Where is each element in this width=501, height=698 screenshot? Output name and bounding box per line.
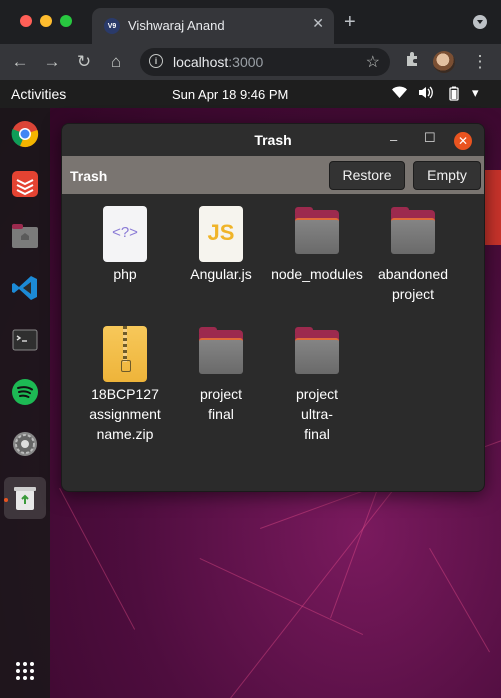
folder-icon — [391, 206, 435, 262]
item-name-line: assignment — [89, 406, 161, 422]
forward-arrow-icon[interactable]: → — [40, 50, 64, 74]
folder-icon — [295, 326, 339, 382]
close-tab-icon[interactable]: ✕ — [312, 15, 324, 32]
php-file-icon: <?> — [103, 206, 147, 262]
address-url: localhost:3000 — [173, 54, 263, 70]
settings-gear-icon[interactable] — [8, 427, 42, 461]
trash-item[interactable]: project final — [173, 326, 269, 424]
bookmark-star-icon[interactable]: ☆ — [366, 52, 380, 72]
trash-item[interactable]: JS Angular.js — [173, 206, 269, 284]
item-name-line: project — [199, 386, 243, 402]
terminal-icon[interactable] — [8, 323, 42, 357]
window-title: Trash — [254, 132, 292, 148]
tab-search-button[interactable] — [473, 15, 487, 29]
vscode-icon[interactable] — [8, 271, 42, 305]
browser-tab-strip: V9 Vishwaraj Anand ✕ + — [0, 0, 501, 44]
trash-item[interactable]: abandoned project — [365, 206, 461, 304]
trash-window: Trash – ☐ ✕ Trash Restore Empty <?> php … — [61, 123, 485, 492]
item-name: abandoned project — [365, 264, 461, 304]
wallpaper-line — [429, 548, 490, 653]
battery-icon[interactable] — [449, 86, 459, 104]
back-arrow-icon[interactable]: ← — [8, 50, 32, 74]
empty-button[interactable]: Empty — [413, 161, 481, 190]
folder-icon — [295, 206, 339, 262]
item-name-line: 18BCP127 — [91, 386, 159, 402]
browser-menu-icon[interactable]: ⋮ — [468, 50, 492, 74]
wallpaper-line — [330, 486, 379, 619]
background-window-edge — [483, 170, 501, 245]
item-name: Angular.js — [190, 266, 252, 282]
trash-item[interactable]: node_modules — [269, 206, 365, 284]
minimize-icon[interactable]: – — [390, 132, 397, 147]
volume-icon[interactable] — [418, 86, 433, 102]
trash-item[interactable]: <?> php — [77, 206, 173, 284]
reload-icon[interactable]: ↻ — [72, 50, 96, 74]
address-bar[interactable]: i localhost:3000 ☆ — [140, 48, 390, 76]
activities-button[interactable]: Activities — [11, 86, 66, 102]
ubuntu-top-bar: Activities Sun Apr 18 9:46 PM ▾ — [0, 80, 501, 108]
item-name: php — [113, 266, 137, 282]
address-host: localhost — [173, 54, 229, 70]
new-tab-button[interactable]: + — [344, 12, 356, 32]
item-name-line: project — [391, 286, 435, 302]
app-grid-icon[interactable] — [6, 656, 44, 686]
extensions-puzzle-icon[interactable] — [400, 50, 424, 74]
browser-toolbar: ← → ↻ ⌂ i localhost:3000 ☆ ⋮ — [0, 44, 501, 80]
address-port: :3000 — [228, 54, 264, 70]
minimize-window-button[interactable] — [40, 15, 52, 27]
home-icon[interactable]: ⌂ — [104, 50, 128, 74]
trash-item[interactable]: project ultra- final — [269, 326, 365, 444]
item-name: project final — [173, 384, 269, 424]
item-name-line: ultra- — [301, 406, 333, 422]
item-name-line: name.zip — [96, 426, 154, 442]
ubuntu-dock — [0, 108, 50, 698]
system-menu-arrow-icon[interactable]: ▾ — [472, 85, 479, 101]
maximize-window-button[interactable] — [60, 15, 72, 27]
todoist-icon[interactable] — [8, 167, 42, 201]
site-info-icon[interactable]: i — [149, 54, 163, 68]
close-icon[interactable]: ✕ — [454, 132, 472, 150]
item-name-line: final — [304, 426, 330, 442]
item-name: project ultra- final — [269, 384, 365, 444]
window-titlebar[interactable]: Trash – ☐ ✕ — [62, 124, 484, 156]
item-name: node_modules — [271, 266, 363, 282]
tab-favicon-icon: V9 — [104, 18, 120, 34]
browser-tab[interactable]: V9 Vishwaraj Anand ✕ — [92, 8, 334, 44]
restore-button[interactable]: Restore — [329, 161, 405, 190]
chrome-icon[interactable] — [8, 117, 42, 151]
spotify-icon[interactable] — [8, 375, 42, 409]
item-name-line: project — [295, 386, 339, 402]
js-file-icon: JS — [199, 206, 243, 262]
trash-item[interactable]: 18BCP127 assignment name.zip — [77, 326, 173, 444]
folder-icon — [199, 326, 243, 382]
item-name-line: abandoned — [377, 266, 449, 282]
trash-icon[interactable] — [4, 477, 46, 519]
clock[interactable]: Sun Apr 18 9:46 PM — [172, 87, 288, 102]
trash-action-bar: Trash Restore Empty — [62, 156, 484, 194]
close-window-button[interactable] — [20, 15, 32, 27]
profile-avatar[interactable] — [433, 51, 455, 73]
running-indicator — [4, 498, 8, 502]
home-folder-icon[interactable] — [8, 219, 42, 253]
item-name: 18BCP127 assignment name.zip — [77, 384, 173, 444]
wifi-icon[interactable] — [392, 86, 407, 102]
tab-title: Vishwaraj Anand — [128, 18, 225, 33]
zip-file-icon — [103, 326, 147, 382]
item-name-line: final — [208, 406, 234, 422]
maximize-icon[interactable]: ☐ — [424, 130, 436, 146]
wallpaper-line — [59, 488, 136, 630]
location-label: Trash — [70, 168, 108, 184]
